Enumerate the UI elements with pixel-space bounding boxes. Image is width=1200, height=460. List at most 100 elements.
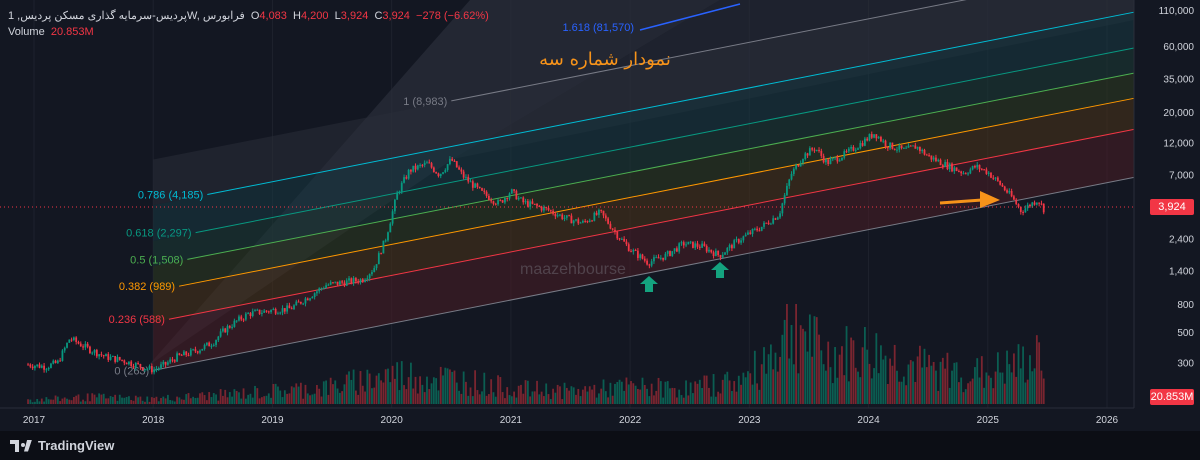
candle-body (783, 195, 786, 204)
volume-bar (960, 377, 963, 404)
volume-label[interactable]: Volume (8, 26, 45, 38)
candle-body (286, 305, 289, 312)
candle-body (698, 246, 701, 248)
volume-bar (797, 373, 800, 404)
volume-bar (368, 373, 371, 404)
ohlc-line: پردیس-سرمایه گذاری مسکن پردیس, 1W, فرابو… (8, 8, 489, 24)
candle-body (717, 250, 720, 256)
volume-bar (419, 376, 421, 404)
candle-body (405, 177, 408, 179)
candle-body (795, 164, 798, 169)
time-tick-label: 2021 (500, 415, 523, 426)
volume-bar (1026, 379, 1029, 404)
volume-bar (465, 381, 467, 404)
candle-body (666, 251, 669, 254)
candle-body (825, 159, 827, 163)
volume-bar (107, 398, 110, 404)
candle-body (735, 239, 738, 241)
candle-body (572, 220, 575, 224)
candle-body (432, 167, 435, 172)
volume-bar (863, 326, 866, 404)
candle-body (70, 339, 73, 341)
candle-body (964, 173, 967, 175)
volume-bar (861, 347, 864, 404)
volume-bar (254, 385, 256, 404)
candle-body (797, 164, 800, 167)
candle-body (444, 169, 447, 173)
watermark-text: maazehbourse (520, 261, 626, 278)
volume-bar (639, 389, 642, 404)
volume-bar (442, 375, 444, 404)
volume-bar (27, 399, 29, 404)
volume-bar (724, 374, 726, 404)
volume-bar (545, 383, 548, 404)
volume-bar (916, 356, 919, 404)
volume-bar (178, 397, 181, 404)
volume-bar (648, 396, 651, 404)
volume-bar (439, 366, 442, 404)
volume-bar (446, 368, 449, 404)
candle-body (838, 160, 841, 162)
volume-bar (139, 396, 142, 404)
volume-bar (733, 381, 736, 404)
candle-body (747, 232, 749, 235)
symbol-title[interactable]: پردیس-سرمایه گذاری مسکن پردیس, 1W, فرابو… (8, 10, 245, 22)
candle-body (721, 254, 724, 258)
current-volume-tag: 20.853M (1150, 389, 1194, 405)
volume-bar (873, 368, 875, 404)
volume-bar (238, 392, 240, 404)
price-chart[interactable]: 0 (263) 0.236 (588) 0.382 (989) 0.5 (1,508)… (0, 0, 1200, 431)
candle-body (659, 257, 662, 259)
candle-body (318, 288, 321, 292)
volume-bar (543, 396, 545, 404)
candle-body (932, 157, 935, 160)
candle-body (760, 226, 763, 231)
volume-bar (909, 360, 912, 404)
volume-bar (623, 390, 626, 404)
candle-body (802, 159, 804, 164)
volume-bar (1022, 346, 1024, 404)
volume-bar (687, 395, 690, 404)
candle-body (442, 172, 444, 174)
volume-bar (95, 397, 98, 404)
tradingview-logo-icon (10, 439, 32, 452)
tradingview-logo[interactable]: TradingView (10, 438, 114, 453)
price-tick-label: 20,000 (1163, 108, 1194, 119)
volume-bar (820, 350, 823, 404)
candle-body (639, 254, 642, 258)
candle-body (1040, 203, 1043, 205)
volume-bar (297, 386, 300, 404)
candle-body (254, 310, 256, 312)
volume-bar (659, 381, 662, 404)
volume-bar (600, 388, 603, 404)
candle-body (971, 166, 974, 170)
volume-bar (393, 378, 396, 404)
close-value: 3,924 (382, 10, 410, 22)
volume-bar (1033, 368, 1036, 404)
volume-bar (898, 381, 901, 404)
candle-body (297, 301, 300, 303)
candle-body (446, 164, 449, 170)
volume-bar (77, 394, 80, 404)
volume-bar (251, 397, 254, 404)
candle-body (199, 350, 201, 353)
candle-body (366, 278, 369, 280)
volume-bar (572, 387, 575, 404)
volume-bar (941, 357, 944, 404)
candle-body (40, 365, 43, 368)
candle-body (334, 281, 337, 283)
candle-body (581, 220, 584, 223)
volume-bar (957, 382, 960, 404)
volume-bar (852, 340, 855, 404)
candle-body (630, 251, 632, 253)
volume-bar (455, 382, 458, 404)
volume-bar (201, 392, 204, 404)
volume-bar (302, 398, 305, 404)
candle-body (522, 197, 525, 203)
candle-body (435, 171, 438, 174)
candle-body (962, 173, 965, 175)
candle-body (357, 281, 360, 283)
volume-bar (767, 354, 770, 404)
candle-body (497, 200, 499, 205)
volume-bar (1010, 372, 1013, 404)
